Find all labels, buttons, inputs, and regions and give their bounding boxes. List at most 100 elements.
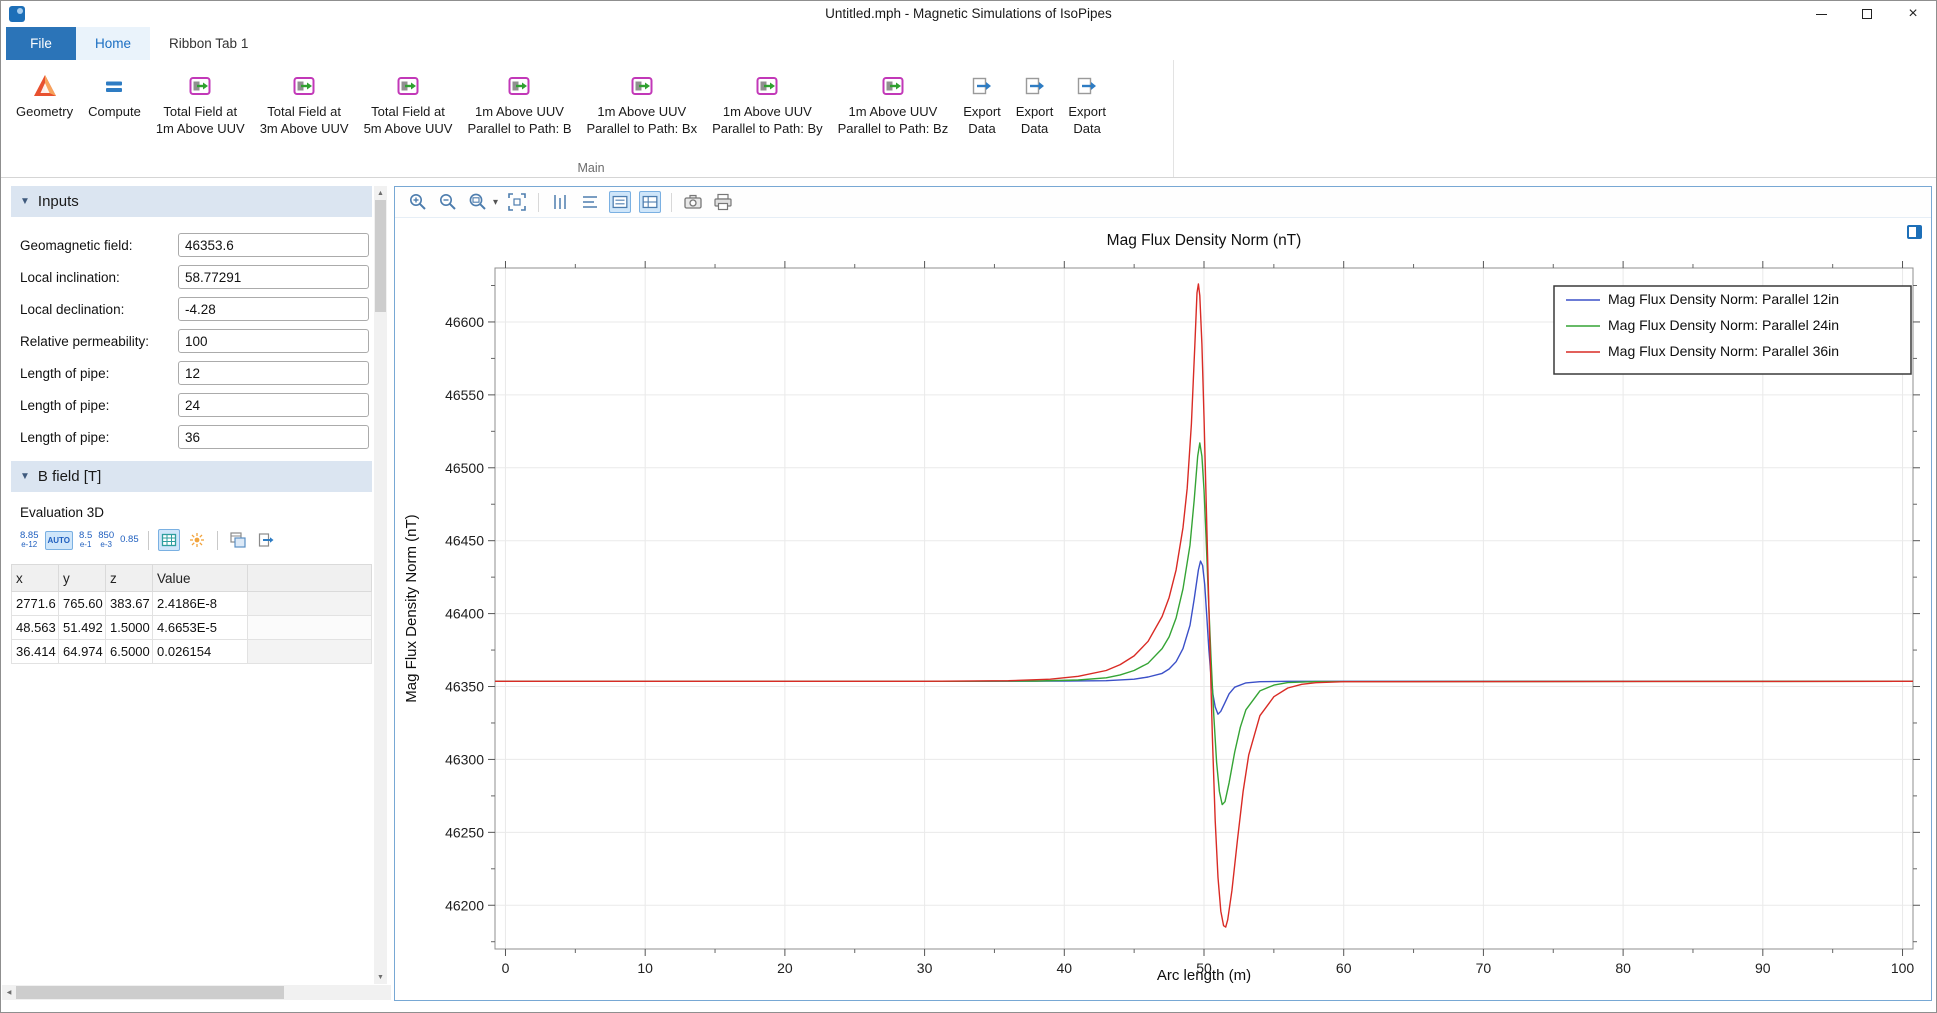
field-label: Relative permeability: <box>20 334 178 349</box>
button-label: Parallel to Path: B <box>467 121 571 138</box>
scrollbar-thumb[interactable] <box>16 986 284 999</box>
precision-8p5e-1-button[interactable]: 8.5 e-1 <box>79 531 92 549</box>
ribbon-button-export-data-1[interactable]: ExportData <box>956 69 1008 140</box>
form-row: Length of pipe: <box>11 357 372 389</box>
scroll-up-icon[interactable]: ▲ <box>374 186 387 200</box>
scroll-down-icon[interactable]: ▼ <box>374 970 387 984</box>
graphics-toolbar: ▾ <box>395 187 1931 218</box>
snapshot-icon[interactable] <box>682 191 704 213</box>
zoom-region-icon[interactable] <box>467 191 489 213</box>
vertical-scrollbar[interactable]: ▲ ▼ <box>374 186 387 984</box>
pipe-length-2-input[interactable] <box>178 393 369 417</box>
separator <box>217 531 218 550</box>
precision-850e-3-button[interactable]: 850 e-3 <box>98 531 114 549</box>
svg-text:46300: 46300 <box>445 751 484 767</box>
precision-0p85-button[interactable]: 0.85 <box>120 535 139 545</box>
full-precision-icon[interactable] <box>186 529 208 551</box>
column-header-y[interactable]: y <box>59 565 106 592</box>
form-row: Local inclination: <box>11 261 372 293</box>
ribbon-button-total-field-5m[interactable]: Total Field at5m Above UUV <box>357 69 460 140</box>
button-label: Parallel to Path: By <box>712 121 823 138</box>
column-header-value[interactable]: Value <box>153 565 248 592</box>
button-label: Total Field at <box>163 104 237 121</box>
field-label: Local declination: <box>20 302 178 317</box>
svg-text:46400: 46400 <box>445 606 484 622</box>
column-header-x[interactable]: x <box>12 565 59 592</box>
ribbon-button-parallel-by[interactable]: 1m Above UUVParallel to Path: By <box>705 69 830 140</box>
legends-toggle-icon[interactable] <box>609 191 631 213</box>
svg-text:Mag Flux Density Norm (nT): Mag Flux Density Norm (nT) <box>403 514 420 702</box>
maximize-button[interactable] <box>1844 1 1890 27</box>
button-label: Compute <box>88 104 141 121</box>
plot-canvas[interactable]: 0102030405060708090100462004625046300463… <box>395 218 1931 1000</box>
section-header-b-field[interactable]: ▼ B field [T] <box>11 461 372 492</box>
zoom-extents-icon[interactable] <box>506 191 528 213</box>
table-view-icon[interactable] <box>158 529 180 551</box>
file-tab[interactable]: File <box>6 27 76 60</box>
button-label: Total Field at <box>371 104 445 121</box>
print-icon[interactable] <box>712 191 734 213</box>
plot-settings-icon[interactable] <box>1907 225 1922 239</box>
close-icon: × <box>1908 5 1917 23</box>
copy-table-icon[interactable] <box>227 529 249 551</box>
form-row: Relative permeability: <box>11 325 372 357</box>
line-chart: 0102030405060708090100462004625046300463… <box>395 218 1931 1000</box>
inputs-form: Geomagnetic field: Local inclination: Lo… <box>11 219 372 461</box>
ribbon-button-total-field-1m[interactable]: Total Field at1m Above UUV <box>149 69 252 140</box>
ribbon-button-compute[interactable]: Compute <box>81 69 148 123</box>
relative-permeability-input[interactable] <box>178 329 369 353</box>
scroll-left-icon[interactable]: ◀ <box>2 989 16 996</box>
precision-auto-button[interactable]: AUTO <box>45 531 74 550</box>
column-header-z[interactable]: z <box>106 565 153 592</box>
geomagnetic-field-input[interactable] <box>178 233 369 257</box>
ribbon-button-parallel-b[interactable]: 1m Above UUVParallel to Path: B <box>460 69 578 140</box>
separator <box>148 531 149 550</box>
zoom-in-icon[interactable] <box>407 191 429 213</box>
zoom-out-icon[interactable] <box>437 191 459 213</box>
table-row[interactable]: 36.414 64.974 6.5000 0.026154 <box>12 640 372 664</box>
grid-toggle-icon[interactable] <box>639 191 661 213</box>
cell-value: 4.6653E-5 <box>153 616 248 640</box>
svg-text:Mag Flux Density Norm (nT): Mag Flux Density Norm (nT) <box>1107 232 1302 249</box>
form-row: Local declination: <box>11 293 372 325</box>
cell-z: 1.5000 <box>106 616 153 640</box>
ribbon-button-geometry[interactable]: Geometry <box>9 69 80 123</box>
horizontal-scrollbar[interactable]: ◀ <box>2 985 391 1000</box>
button-label: 1m Above UUV <box>156 121 245 138</box>
table-row[interactable]: 2771.6 765.60 383.67 2.4186E-8 <box>12 592 372 616</box>
settings-panel: ▼ Inputs Geomagnetic field: Local inclin… <box>7 186 387 984</box>
svg-text:46350: 46350 <box>445 679 484 695</box>
caret-down-icon[interactable]: ▾ <box>493 197 498 208</box>
scrollbar-thumb[interactable] <box>375 200 386 312</box>
y-axis-grid-icon[interactable] <box>549 191 571 213</box>
button-label: Data <box>1021 121 1048 138</box>
button-label: Geometry <box>16 104 73 121</box>
close-button[interactable]: × <box>1890 1 1936 27</box>
button-label: 3m Above UUV <box>260 121 349 138</box>
ribbon-button-total-field-3m[interactable]: Total Field at3m Above UUV <box>253 69 356 140</box>
local-inclination-input[interactable] <box>178 265 369 289</box>
button-label: Export <box>1068 104 1106 121</box>
export-table-icon[interactable] <box>255 529 277 551</box>
ribbon-button-export-data-3[interactable]: ExportData <box>1061 69 1113 140</box>
cell-y: 765.60 <box>59 592 106 616</box>
ribbon-button-parallel-bx[interactable]: 1m Above UUVParallel to Path: Bx <box>580 69 705 140</box>
ribbon-button-export-data-2[interactable]: ExportData <box>1009 69 1061 140</box>
pipe-length-3-input[interactable] <box>178 425 369 449</box>
ribbon-group-label: Main <box>9 161 1173 175</box>
ribbon-button-parallel-bz[interactable]: 1m Above UUVParallel to Path: Bz <box>831 69 956 140</box>
ribbon-group-main: Geometry Compute Total Field at1m Above … <box>9 60 1174 177</box>
svg-text:46200: 46200 <box>445 897 484 913</box>
pipe-length-1-input[interactable] <box>178 361 369 385</box>
tab-home[interactable]: Home <box>76 27 150 60</box>
plot-group-icon <box>755 71 779 101</box>
button-label: Parallel to Path: Bx <box>587 121 698 138</box>
local-declination-input[interactable] <box>178 297 369 321</box>
export-icon <box>1023 71 1047 101</box>
section-header-inputs[interactable]: ▼ Inputs <box>11 186 372 217</box>
x-axis-grid-icon[interactable] <box>579 191 601 213</box>
table-row[interactable]: 48.563 51.492 1.5000 4.6653E-5 <box>12 616 372 640</box>
precision-8p85e-12-button[interactable]: 8.85 e-12 <box>20 531 39 549</box>
tab-ribbon-tab-1[interactable]: Ribbon Tab 1 <box>150 27 267 60</box>
minimize-button[interactable] <box>1798 1 1844 27</box>
